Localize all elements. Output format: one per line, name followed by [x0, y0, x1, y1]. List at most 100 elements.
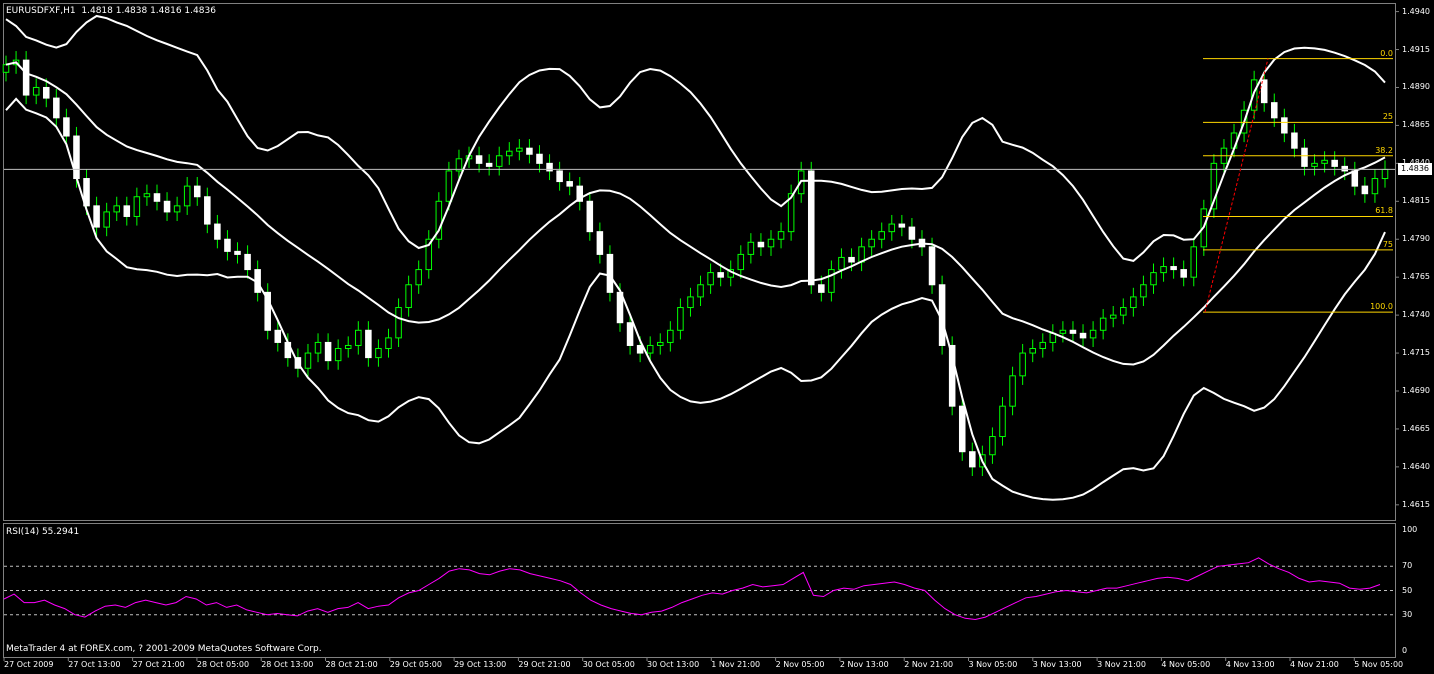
bollinger-upper-line [5, 14, 1386, 262]
candle-body [838, 256, 845, 271]
candle-body [485, 162, 493, 167]
candle-body [103, 211, 110, 228]
chart-canvas [2, 11, 1399, 661]
time-tick-label: 27 Oct 21:00 [132, 660, 185, 669]
candle-body [334, 348, 342, 362]
candle-body [304, 352, 312, 369]
candle-body [1170, 266, 1177, 271]
time-tick-label: 30 Oct 05:00 [582, 660, 635, 669]
candle-body [566, 181, 573, 187]
rsi-tick-label: 0 [1402, 646, 1408, 655]
time-tick-label: 1 Nov 21:00 [711, 660, 761, 669]
metatrader-terminal: EURUSDFXF,H1 1.4818 1.4838 1.4816 1.4836… [0, 0, 1434, 674]
candle-body [445, 170, 453, 202]
time-tick-label: 27 Oct 13:00 [68, 660, 121, 669]
candle-body [495, 155, 503, 167]
chart-header: EURUSDFXF,H1 1.4818 1.4838 1.4816 1.4836 [6, 6, 216, 16]
candle-body [1120, 307, 1127, 316]
candle-body [777, 231, 785, 240]
candle-body [687, 296, 694, 309]
candle-body [677, 307, 684, 331]
candle-body [969, 451, 976, 468]
candle-body [536, 153, 543, 164]
candle-body [898, 223, 906, 228]
candle-body [1109, 314, 1117, 319]
time-tick-label: 3 Nov 21:00 [1097, 660, 1146, 669]
time-tick-label: 27 Oct 2009 [4, 660, 54, 669]
candle-body [214, 223, 221, 240]
candle-body [1059, 329, 1067, 334]
time-tick-label: 4 Nov 05:00 [1161, 660, 1211, 669]
bollinger-lower-line [5, 97, 1386, 501]
candle-body [395, 307, 402, 339]
candle-body [1281, 117, 1288, 134]
time-tick-label: 3 Nov 13:00 [1032, 660, 1082, 669]
time-tick-label: 2 Nov 13:00 [839, 660, 889, 669]
candle-body [193, 185, 201, 198]
candle-body [2, 64, 10, 73]
candle-body [163, 200, 171, 213]
candle-body [818, 284, 825, 293]
price-tick-label: 1.4915 [1402, 44, 1430, 54]
fib-level-label: 61.8 [1375, 206, 1393, 216]
candle-body [606, 253, 614, 293]
candle-body [93, 205, 100, 228]
price-tick-label: 1.4715 [1402, 348, 1430, 358]
candle-body [596, 231, 604, 255]
candle-body [1039, 341, 1047, 350]
candle-body [767, 238, 775, 248]
price-tick-label: 1.4615 [1402, 499, 1430, 509]
price-tick-label: 1.4940 [1402, 6, 1430, 16]
candle-body [848, 256, 855, 263]
rsi-tick-label: 30 [1402, 609, 1413, 619]
candle-body [1099, 317, 1107, 331]
candle-body [989, 436, 996, 456]
time-tick-label: 3 Nov 05:00 [968, 660, 1018, 669]
candle-body [32, 86, 40, 96]
price-tick-label: 1.4765 [1402, 272, 1430, 282]
candle-body [475, 155, 483, 164]
price-tick-label: 1.4840 [1402, 158, 1430, 168]
fib-level-label: 0.0 [1380, 48, 1393, 58]
fib-level-label: 75 [1382, 239, 1393, 249]
candle-body [375, 348, 382, 359]
candle-body [807, 170, 815, 286]
candle-body [153, 193, 161, 202]
candle-body [234, 250, 241, 255]
candle-body [1361, 185, 1369, 195]
time-tick-label: 2 Nov 05:00 [775, 660, 825, 669]
candle-body [123, 205, 131, 217]
price-tick-label: 1.4790 [1402, 234, 1430, 244]
candle-body [1301, 147, 1308, 167]
candle-body [1321, 159, 1328, 164]
candle-body [1160, 266, 1167, 274]
candle-body [204, 196, 211, 225]
candle-body [999, 405, 1006, 438]
rsi-tick-label: 70 [1402, 561, 1413, 571]
candle-body [928, 246, 936, 286]
rsi-line [3, 557, 1381, 621]
rsi-tick-label: 50 [1402, 585, 1413, 595]
rsi-caption: RSI(14) 55.2941 [6, 527, 80, 537]
candle-body [556, 170, 563, 183]
candle-body [1150, 272, 1157, 286]
candle-body [113, 205, 120, 213]
candle-body [244, 253, 251, 271]
price-tick-label: 1.4740 [1402, 310, 1430, 320]
candle-body [42, 86, 50, 99]
time-tick-label: 28 Oct 05:00 [196, 660, 250, 669]
candle-body [888, 223, 896, 233]
time-tick-label: 5 Nov 05:00 [1354, 660, 1404, 669]
candle-body [1019, 352, 1026, 377]
price-tick-label: 1.4690 [1402, 386, 1430, 395]
price-tick-label: 1.4890 [1402, 82, 1430, 92]
candle-body [1009, 375, 1016, 407]
candle-body [667, 329, 674, 343]
candle-body [1341, 165, 1349, 172]
candle-body [1291, 132, 1298, 149]
candle-body [707, 272, 714, 286]
candle-body [344, 344, 352, 350]
candle-body [1311, 162, 1318, 167]
price-tick-label: 1.4815 [1402, 196, 1430, 206]
candle-body [1190, 246, 1198, 278]
